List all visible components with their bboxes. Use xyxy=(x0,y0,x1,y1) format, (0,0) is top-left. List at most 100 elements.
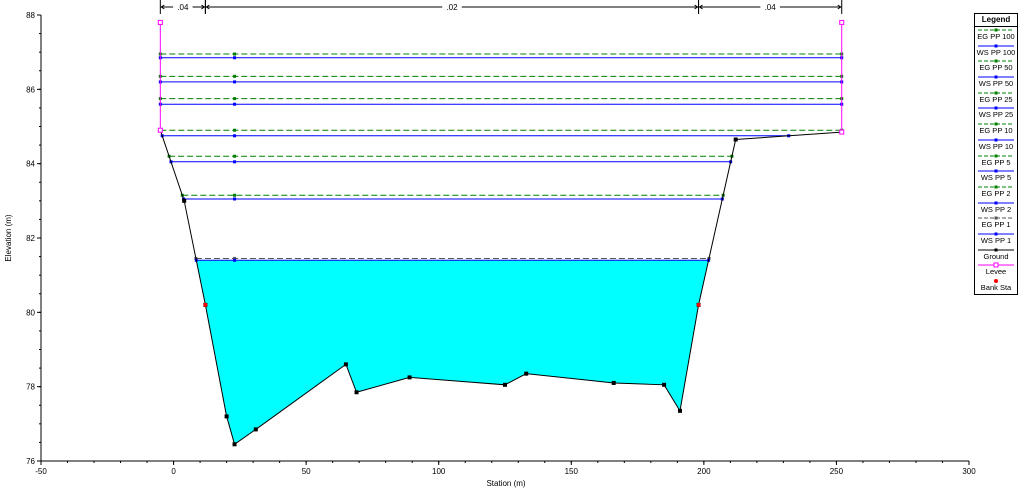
marker-eg-pp-2 xyxy=(233,193,237,197)
levee-marker xyxy=(157,19,163,25)
legend-item: WS PP 2 xyxy=(975,200,1017,216)
legend-item: EG PP 25 xyxy=(975,90,1017,106)
marker-eg-pp-10 xyxy=(233,128,237,132)
legend: Legend EG PP 100 WS PP 100 EG PP 50 WS PP 5… xyxy=(974,13,1018,295)
bank-station-marker xyxy=(696,302,701,307)
y-tick-label: 86 xyxy=(26,85,35,94)
legend-label: EG PP 10 xyxy=(979,126,1013,136)
marker-eg-pp-100 xyxy=(233,52,237,56)
y-tick-label: 78 xyxy=(26,383,35,392)
legend-label: WS PP 2 xyxy=(980,204,1012,214)
legend-marker xyxy=(994,248,998,252)
levee-layer xyxy=(157,19,845,135)
ground-point xyxy=(182,198,187,203)
legend-item: WS PP 10 xyxy=(975,137,1017,153)
ground-point xyxy=(662,382,667,387)
x-tick-label: 300 xyxy=(962,467,976,476)
x-tick-label: 200 xyxy=(697,467,711,476)
legend-label: WS PP 1 xyxy=(980,235,1012,245)
legend-label: WS PP 100 xyxy=(976,47,1016,57)
marker-ws-pp-25 xyxy=(233,102,237,106)
ground-point xyxy=(224,414,229,419)
legend-label: WS PP 25 xyxy=(978,110,1014,120)
legend-item: Ground xyxy=(975,247,1017,263)
legend-items: EG PP 100 WS PP 100 EG PP 50 WS PP 50 EG PP … xyxy=(975,27,1017,294)
y-tick-label: 82 xyxy=(26,234,35,243)
cross-section-chart: .04 .02 .04 -50 0 50 100 150 200 250 300 76 78 80 82 8… xyxy=(4,0,976,488)
legend-label: EG PP 1 xyxy=(981,220,1011,230)
ground-point xyxy=(503,382,507,387)
legend-item: WS PP 5 xyxy=(975,168,1017,184)
marker-ws-pp-50 xyxy=(233,80,237,84)
mannings-n-layer: .04 .02 .04 xyxy=(159,0,843,14)
legend-label: EG PP 25 xyxy=(979,94,1013,104)
marker-eg-pp-50 xyxy=(233,74,237,78)
marker-ws-pp-100 xyxy=(233,56,237,60)
legend-item: WS PP 50 xyxy=(975,74,1017,90)
legend-label: EG PP 100 xyxy=(977,32,1015,41)
legend-label: Levee xyxy=(985,267,1007,277)
legend-marker xyxy=(994,154,998,157)
legend-item: WS PP 1 xyxy=(975,231,1017,247)
levee-marker xyxy=(839,19,845,25)
marker-ws-pp-2 xyxy=(233,197,237,201)
x-axis-title: Station (m) xyxy=(486,479,525,488)
mannings-label: .02 xyxy=(446,3,458,12)
legend-item: Bank Sta xyxy=(975,278,1017,294)
legend-label: EG PP 5 xyxy=(981,157,1011,167)
axes-layer: -50 0 50 100 150 200 250 300 76 78 80 82 84 86 88 xyxy=(26,11,976,476)
ground-point xyxy=(354,390,359,395)
legend-item: Levee xyxy=(975,262,1017,278)
ground-point xyxy=(524,371,529,376)
ground-point xyxy=(407,375,412,380)
legend-marker xyxy=(994,201,998,205)
y-axis-title: Elevation (m) xyxy=(4,214,13,261)
x-tick-label: 250 xyxy=(830,467,844,476)
legend-item: WS PP 100 xyxy=(975,43,1017,59)
ground-point xyxy=(343,362,348,367)
x-tick-label: -50 xyxy=(35,467,47,476)
mannings-label: .04 xyxy=(177,3,189,12)
legend-label: Ground xyxy=(983,251,1009,261)
bank-station-marker xyxy=(203,302,208,307)
y-tick-label: 84 xyxy=(26,160,35,169)
ground-point xyxy=(232,442,237,447)
legend-label: Bank Sta xyxy=(980,283,1012,292)
marker-eg-pp-25 xyxy=(233,97,237,101)
legend-item: EG PP 50 xyxy=(975,58,1017,74)
legend-label: EG PP 50 xyxy=(979,63,1013,73)
legend-title: Legend xyxy=(975,14,1017,27)
marker-ws-pp-5 xyxy=(233,160,237,164)
marker-ws-pp-1 xyxy=(233,258,237,262)
legend-item: EG PP 5 xyxy=(975,153,1017,169)
legend-item: EG PP 2 xyxy=(975,184,1017,200)
x-tick-label: 150 xyxy=(565,467,579,476)
legend-label: WS PP 10 xyxy=(978,141,1014,151)
legend-label: WS PP 5 xyxy=(980,173,1012,183)
legend-marker xyxy=(994,91,998,95)
ground-point xyxy=(677,408,682,413)
ground-point xyxy=(253,427,258,432)
x-tick-label: 100 xyxy=(432,467,446,476)
ground-point xyxy=(733,137,738,142)
y-tick-label: 80 xyxy=(26,308,35,317)
x-tick-label: 50 xyxy=(302,467,311,476)
ground-point xyxy=(611,380,616,385)
mannings-label: .04 xyxy=(765,3,777,12)
y-tick-label: 88 xyxy=(26,11,35,20)
legend-marker xyxy=(994,44,998,48)
marker-eg-pp-5 xyxy=(233,154,237,158)
legend-item: EG PP 10 xyxy=(975,121,1017,137)
legend-label: WS PP 50 xyxy=(978,79,1014,89)
legend-marker xyxy=(994,185,998,189)
legend-item: WS PP 25 xyxy=(975,105,1017,121)
y-tick-label: 76 xyxy=(26,457,35,466)
x-tick-label: 0 xyxy=(171,467,176,476)
legend-marker xyxy=(994,232,998,236)
legend-item: EG PP 1 xyxy=(975,215,1017,231)
legend-item: EG PP 100 xyxy=(975,27,1017,43)
levee-marker xyxy=(839,129,845,135)
levee-marker xyxy=(157,127,163,133)
legend-marker xyxy=(994,138,998,142)
water-surface-lines xyxy=(158,52,844,262)
